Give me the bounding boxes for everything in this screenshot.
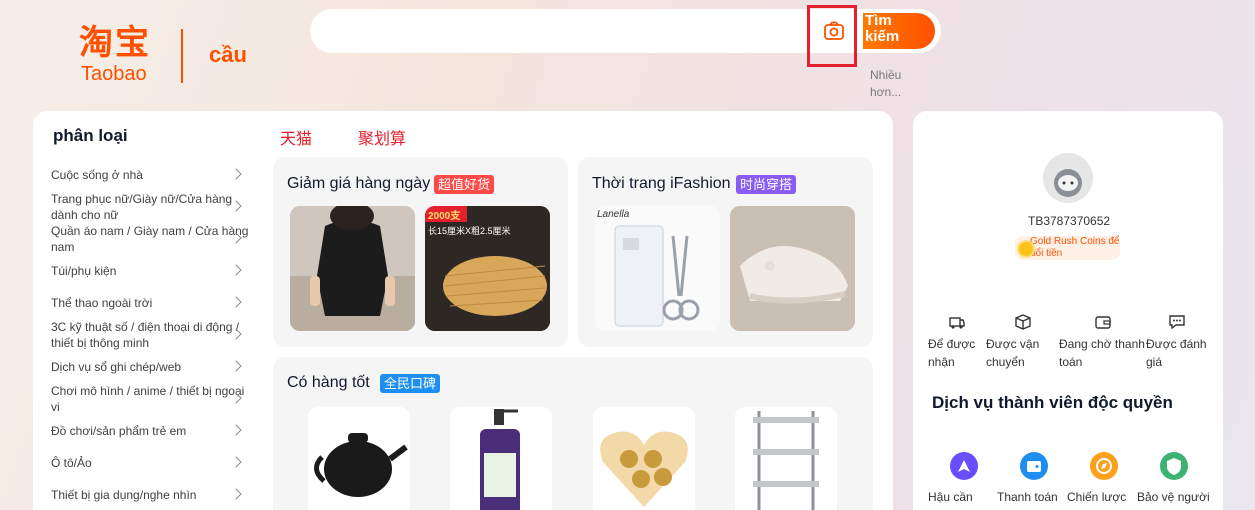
user-id: TB3787370652	[1028, 214, 1111, 228]
search-button[interactable]: Tìm kiếm	[863, 13, 935, 49]
category-item[interactable]: Chơi mô hình / anime / thiết bị ngoại vi	[51, 383, 251, 415]
category-item[interactable]: Quần áo nam / Giày nam / Cửa hàng nam	[51, 223, 251, 255]
category-item[interactable]: Dịch vụ sổ ghi chép/web	[51, 359, 251, 375]
tab-juhuasuan[interactable]: 聚划算	[358, 125, 406, 149]
noodle-tag: 2000支	[428, 211, 461, 222]
shield-icon[interactable]	[1160, 452, 1188, 480]
badge-goods: 全民口碑	[380, 374, 441, 393]
product-image-chocolates[interactable]	[593, 407, 695, 510]
product-image-scissors[interactable]: Lanella	[595, 206, 720, 331]
product-image-shelf[interactable]	[735, 407, 837, 510]
category-label: Đồ chơi/sản phẩm trẻ em	[51, 424, 187, 438]
service-label[interactable]: Bảo vệ người	[1137, 488, 1210, 506]
category-item[interactable]: Cuộc sống ở nhà	[51, 167, 251, 183]
category-title: phân loại	[53, 126, 128, 145]
category-item[interactable]: Đồ chơi/sản phẩm trẻ em	[51, 423, 251, 439]
category-item[interactable]: Ô tô/Ảo	[51, 455, 251, 471]
card-title: Thời trang iFashion	[592, 175, 731, 192]
wallet-icon[interactable]	[1020, 452, 1048, 480]
category-label: Chơi mô hình / anime / thiết bị ngoại vi	[51, 384, 245, 414]
logo-english: Taobao	[81, 63, 147, 85]
comment-icon[interactable]	[1168, 313, 1186, 331]
category-item[interactable]: Thể thao ngoài trời	[51, 295, 251, 311]
service-label[interactable]: Thanh toán	[997, 488, 1058, 506]
noodle-desc: 长15厘米X粗2.5厘米	[428, 226, 511, 236]
category-item[interactable]: 3C kỹ thuật số / điện thoại di động / th…	[51, 319, 251, 351]
badge-fashion: 时尚穿搭	[736, 175, 797, 194]
order-status-label[interactable]: Được vận chuyển	[986, 335, 1046, 371]
logo-divider	[181, 29, 183, 83]
category-label: Cuộc sống ở nhà	[51, 168, 143, 182]
category-label: Túi/phụ kiện	[51, 264, 117, 278]
category-label: Thể thao ngoài trời	[51, 296, 153, 310]
member-services-title: Dịch vụ thành viên độc quyền	[932, 393, 1173, 412]
category-label: Quần áo nam / Giày nam / Cửa hàng nam	[51, 224, 249, 254]
avatar[interactable]	[1043, 153, 1093, 203]
scissors-brand: Lanella	[597, 209, 630, 220]
service-label[interactable]: Hậu cần	[928, 488, 973, 506]
logo-subtitle: cầu	[209, 42, 247, 67]
card-title: Có hàng tốt	[287, 374, 370, 391]
badge-daily: 超值好货	[434, 175, 495, 194]
product-image-sneakers[interactable]	[730, 206, 855, 331]
category-label: Trang phục nữ/Giày nữ/Cửa hàng dành cho …	[51, 192, 233, 222]
gold-coins-text: Gold Rush Coins để đổi tiền	[1030, 236, 1120, 259]
category-label: 3C kỹ thuật số / điện thoại di động / th…	[51, 320, 240, 350]
category-label: Dịch vụ sổ ghi chép/web	[51, 360, 182, 374]
order-status-label[interactable]: Để được nhận	[928, 335, 978, 371]
more-link[interactable]: Nhiều hơn...	[870, 67, 920, 101]
coin-icon	[1017, 240, 1035, 258]
category-item[interactable]: Thiết bị gia dụng/nghe nhìn	[51, 487, 251, 503]
category-item[interactable]: Trang phục nữ/Giày nữ/Cửa hàng dành cho …	[51, 191, 251, 223]
product-image-teapot[interactable]	[308, 407, 410, 510]
product-image-bottle[interactable]	[450, 407, 552, 510]
card-title: Giảm giá hàng ngày	[287, 175, 431, 192]
category-label: Ô tô/Ảo	[51, 456, 92, 470]
package-box-icon[interactable]	[1014, 313, 1032, 331]
camera-highlight-box	[807, 5, 857, 67]
delivery-truck-icon[interactable]	[948, 313, 966, 331]
wallet-icon[interactable]	[1094, 313, 1112, 331]
product-image-noodles[interactable]: 2000支 长15厘米X粗2.5厘米	[425, 206, 550, 331]
order-status-label[interactable]: Đang chờ thanh toán	[1059, 335, 1149, 371]
service-label[interactable]: Chiến lược	[1067, 488, 1126, 506]
category-item[interactable]: Túi/phụ kiện	[51, 263, 251, 279]
product-image-top[interactable]	[290, 206, 415, 331]
rocket-icon[interactable]	[950, 452, 978, 480]
order-status-label[interactable]: Được đánh giá	[1146, 335, 1210, 371]
search-button-label: Tìm kiếm	[865, 13, 900, 45]
logo-chinese: 淘宝	[79, 23, 151, 63]
taobao-logo[interactable]: 淘宝 Taobao	[79, 23, 174, 85]
compass-icon[interactable]	[1090, 452, 1118, 480]
tab-tmall[interactable]: 天猫	[280, 125, 312, 149]
category-label: Thiết bị gia dụng/nghe nhìn	[51, 488, 197, 502]
